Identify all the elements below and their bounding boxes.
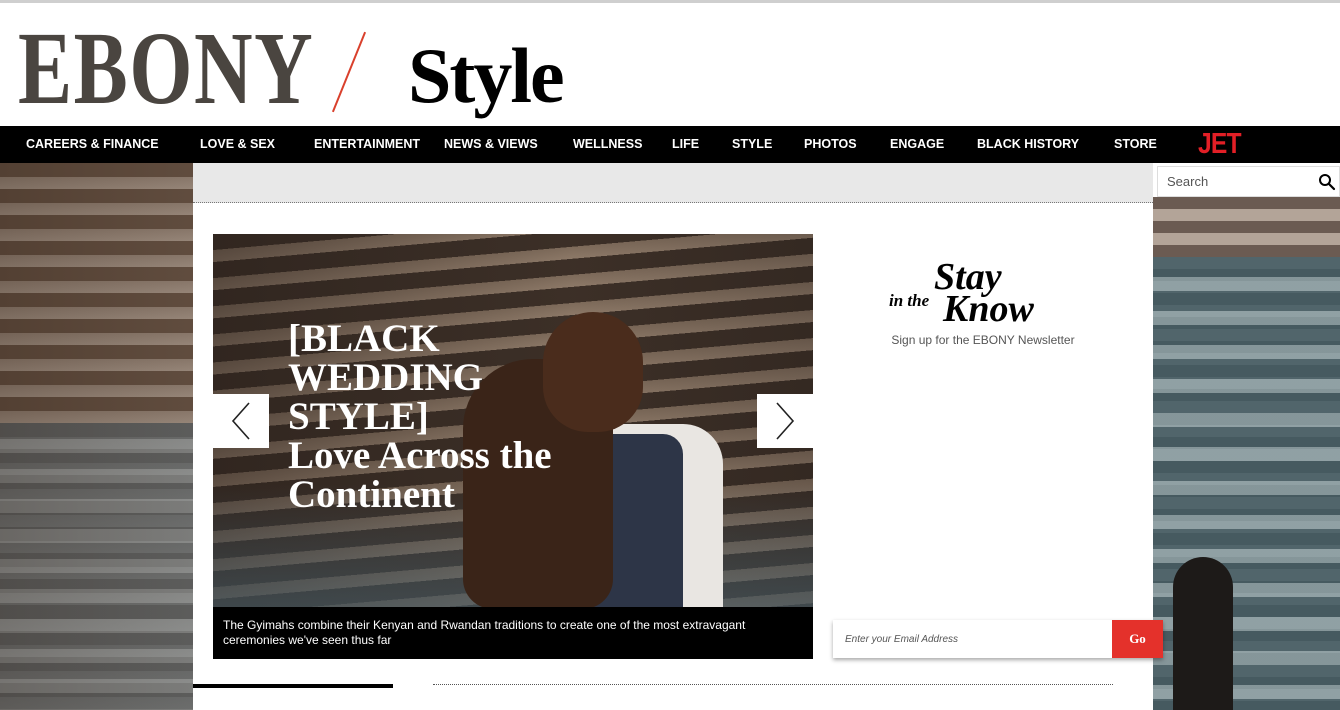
nav-item-news-views[interactable]: NEWS & VIEWS [444,126,538,163]
background-building-windows [0,423,193,710]
site-header: EBONY Style [0,0,1340,126]
search-box [1157,166,1340,197]
section-rule-dotted [433,684,1113,685]
featured-slider[interactable]: [BLACK WEDDING STYLE] Love Across the Co… [213,234,813,659]
slide-caption[interactable]: The Gyimahs combine their Kenyan and Rwa… [213,607,813,659]
nav-item-careers-finance[interactable]: CAREERS & FINANCE [26,126,159,163]
nav-item-life[interactable]: LIFE [672,126,699,163]
logo-divider [331,31,367,113]
chevron-left-icon [231,402,250,440]
background-photo-right [1153,197,1340,710]
main-nav: CAREERS & FINANCE LOVE & SEX ENTERTAINME… [0,126,1340,163]
nav-item-black-history[interactable]: BLACK HISTORY [977,126,1079,163]
jet-logo-link[interactable]: JET [1198,128,1242,161]
newsletter-form: Go [833,620,1163,658]
nav-item-wellness[interactable]: WELLNESS [573,126,642,163]
search-input[interactable] [1158,167,1313,196]
newsletter-subtitle: Sign up for the EBONY Newsletter [891,333,1075,347]
stay-in-the-know-logo: Stay in the Know [889,258,1089,328]
know-word: Know [943,288,1034,330]
nav-item-store[interactable]: STORE [1114,126,1157,163]
background-figure [1173,557,1233,710]
section-rule-bold [193,684,393,688]
slide-headline-title: Love Across the Continent [288,434,552,516]
slider-prev-button[interactable] [213,394,269,448]
slide-headline[interactable]: [BLACK WEDDING STYLE] Love Across the Co… [288,319,628,514]
main-content: [BLACK WEDDING STYLE] Love Across the Co… [193,163,1163,710]
in-the-word: in the [889,291,930,310]
style-section-logo[interactable]: Style [408,37,565,115]
search-icon[interactable] [1318,173,1336,191]
go-button[interactable]: Go [1112,620,1163,658]
ebony-logo[interactable]: EBONY [18,17,314,121]
nav-item-entertainment[interactable]: ENTERTAINMENT [314,126,420,163]
background-photo-left [0,163,193,710]
chevron-right-icon [776,402,795,440]
nav-item-style[interactable]: STYLE [732,126,772,163]
slider-next-button[interactable] [757,394,813,448]
nav-item-photos[interactable]: PHOTOS [804,126,857,163]
email-field[interactable] [833,620,1112,658]
nav-item-engage[interactable]: ENGAGE [890,126,944,163]
ad-banner-space [193,163,1153,203]
nav-item-love-sex[interactable]: LOVE & SEX [200,126,275,163]
slide-headline-tag: [BLACK WEDDING STYLE] [288,317,484,438]
